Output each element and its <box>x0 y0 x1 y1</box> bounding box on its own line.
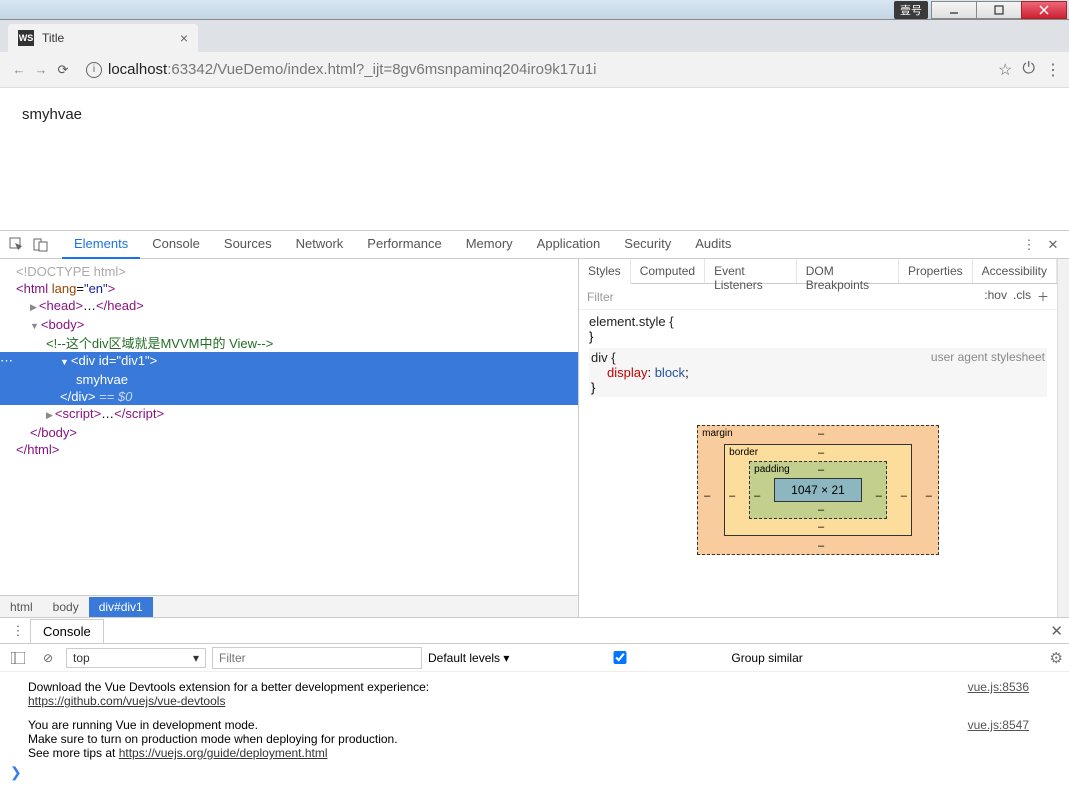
tab-elements[interactable]: Elements <box>62 230 140 259</box>
favicon-icon: WS <box>18 30 34 46</box>
crumb-html[interactable]: html <box>0 597 43 617</box>
scrollbar[interactable] <box>1057 259 1069 284</box>
group-similar-checkbox[interactable] <box>515 651 725 664</box>
url-text: localhost:63342/VueDemo/index.html?_ijt=… <box>108 61 597 78</box>
tab-performance[interactable]: Performance <box>355 230 453 259</box>
tab-security[interactable]: Security <box>612 230 683 259</box>
tab-title: Title <box>42 31 180 45</box>
cls-toggle[interactable]: .cls <box>1013 288 1031 305</box>
tab-sources[interactable]: Sources <box>212 230 284 259</box>
menu-icon[interactable]: ⋮ <box>1045 60 1061 80</box>
styles-tab-breakpoints[interactable]: DOM Breakpoints <box>797 259 899 283</box>
inspect-icon[interactable] <box>4 233 28 257</box>
windows-titlebar: 壹号 <box>0 0 1069 20</box>
group-similar-label: Group similar <box>731 651 802 665</box>
console-drawer: ⋮ Console ✕ ⊘ top▾ Default levels ▾ Grou… <box>0 617 1069 797</box>
devtools: Elements Console Sources Network Perform… <box>0 230 1069 797</box>
dom-tree[interactable]: <!DOCTYPE html> <html lang="en"> ▶<head>… <box>0 259 578 595</box>
styles-panel: Styles Computed Event Listeners DOM Brea… <box>579 259 1069 617</box>
console-drawer-tab[interactable]: Console <box>30 619 104 643</box>
maximize-button[interactable] <box>976 1 1022 19</box>
styles-filter-input[interactable]: Filter <box>587 290 614 304</box>
devtools-tabs: Elements Console Sources Network Perform… <box>62 230 1017 259</box>
address-bar: ← → ⟳ i localhost:63342/VueDemo/index.ht… <box>0 52 1069 88</box>
elements-panel: <!DOCTYPE html> <html lang="en"> ▶<head>… <box>0 259 579 617</box>
url-field[interactable]: i localhost:63342/VueDemo/index.html?_ij… <box>80 56 992 84</box>
tab-strip: WS Title × <box>0 20 1069 52</box>
styles-tab-accessibility[interactable]: Accessibility <box>973 259 1057 283</box>
page-viewport: smyhvae <box>0 88 1069 230</box>
crumb-div[interactable]: div#div1 <box>89 597 153 617</box>
devtools-header: Elements Console Sources Network Perform… <box>0 231 1069 259</box>
console-settings-icon[interactable]: ⚙ <box>1050 649 1063 667</box>
device-toggle-icon[interactable] <box>28 233 52 257</box>
crumb-body[interactable]: body <box>43 597 89 617</box>
console-drawer-close-icon[interactable]: ✕ <box>1050 622 1063 640</box>
tab-audits[interactable]: Audits <box>683 230 743 259</box>
devtools-menu-icon[interactable]: ⋮ <box>1017 233 1041 257</box>
tab-console[interactable]: Console <box>140 230 212 259</box>
add-rule-icon[interactable]: ＋ <box>1037 288 1049 305</box>
window-close-button[interactable] <box>1021 1 1067 19</box>
clear-console-icon[interactable]: ⊘ <box>36 646 60 670</box>
minimize-button[interactable] <box>931 1 977 19</box>
log-levels-select[interactable]: Default levels ▾ <box>428 651 509 665</box>
breadcrumb: html body div#div1 <box>0 595 578 617</box>
power-icon[interactable]: ⏻ <box>1022 60 1035 80</box>
styles-filter-bar: Filter :hov .cls ＋ <box>579 284 1057 310</box>
tab-network[interactable]: Network <box>284 230 356 259</box>
selected-dom-node[interactable]: ⋯▼<div id="div1"> <box>0 352 578 371</box>
tab-close-icon[interactable]: × <box>180 30 188 46</box>
forward-button[interactable]: → <box>30 59 52 81</box>
console-source-link[interactable]: vue.js:8536 <box>968 680 1029 694</box>
console-sidebar-icon[interactable] <box>6 646 30 670</box>
console-source-link[interactable]: vue.js:8547 <box>968 718 1029 732</box>
browser-tab[interactable]: WS Title × <box>8 24 198 52</box>
box-content-size: 1047 × 21 <box>774 478 862 502</box>
devtools-close-icon[interactable]: ✕ <box>1041 233 1065 257</box>
reload-button[interactable]: ⟳ <box>52 59 74 81</box>
styles-tab-listeners[interactable]: Event Listeners <box>705 259 797 283</box>
styles-tab-styles[interactable]: Styles <box>579 259 631 284</box>
styles-tab-properties[interactable]: Properties <box>899 259 973 283</box>
bookmark-icon[interactable]: ☆ <box>998 60 1012 80</box>
console-filter-input[interactable] <box>212 647 422 669</box>
tab-memory[interactable]: Memory <box>454 230 525 259</box>
site-info-icon[interactable]: i <box>86 62 102 78</box>
styles-tab-computed[interactable]: Computed <box>631 259 705 283</box>
page-content: smyhvae <box>22 106 82 123</box>
hov-toggle[interactable]: :hov <box>984 288 1007 305</box>
back-button[interactable]: ← <box>8 59 30 81</box>
style-rules[interactable]: element.style { } user agent stylesheet … <box>579 310 1057 405</box>
console-prompt[interactable]: ❯ <box>0 762 1069 783</box>
scrollbar[interactable] <box>1057 284 1069 617</box>
console-menu-icon[interactable]: ⋮ <box>6 619 30 643</box>
console-output[interactable]: vue.js:8536 Download the Vue Devtools ex… <box>0 672 1069 797</box>
tab-application[interactable]: Application <box>525 230 613 259</box>
console-toolbar: ⊘ top▾ Default levels ▾ Group similar ⚙ <box>0 644 1069 672</box>
browser-window: WS Title × ← → ⟳ i localhost:63342/VueDe… <box>0 20 1069 797</box>
box-model: margin ‒ ‒ ‒ ‒ border ‒ ‒ ‒ ‒ <box>579 405 1057 561</box>
context-select[interactable]: top▾ <box>66 648 206 668</box>
ime-indicator: 壹号 <box>894 1 928 19</box>
